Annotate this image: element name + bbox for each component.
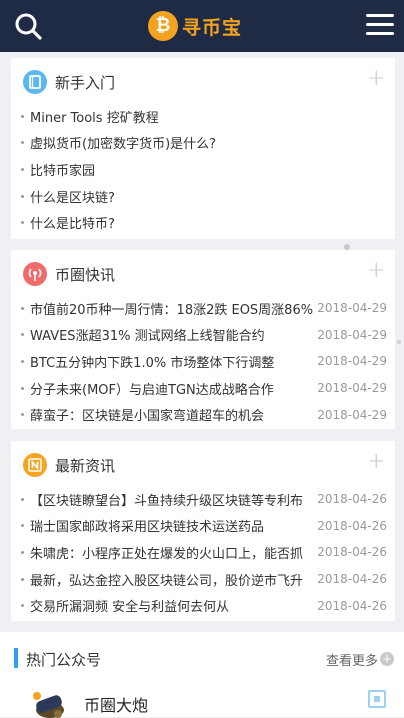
news-item[interactable]: 交易所漏洞频 安全与利益何去何从 2018-04-26 bbox=[21, 592, 387, 619]
top-header: 寻币宝 bbox=[0, 0, 404, 52]
cannon-avatar-icon bbox=[33, 692, 64, 718]
list-item[interactable]: 什么是比特币? bbox=[21, 209, 387, 236]
article-list: Miner Tools 挖矿教程 虚拟货币(加密数字货币)是什么? 比特币家园 … bbox=[21, 103, 387, 236]
account-name[interactable]: 币圈大炮 bbox=[84, 692, 148, 716]
news-item[interactable]: WAVES涨超31% 测试网络上线智能合约 2018-04-29 bbox=[21, 322, 387, 349]
menu-icon[interactable] bbox=[366, 14, 394, 38]
section-beginner: 新手入门 + Miner Tools 挖矿教程 虚拟货币(加密数字货币)是什么?… bbox=[11, 58, 395, 239]
book-icon bbox=[23, 70, 47, 94]
news-item[interactable]: 朱啸虎：小程序正处在爆发的火山口上，能否抓 2018-04-26 bbox=[21, 539, 387, 566]
list-item[interactable]: 虚拟货币(加密数字货币)是什么? bbox=[21, 130, 387, 157]
news-icon bbox=[23, 453, 47, 477]
news-item[interactable]: 【区块链瞭望台】斗鱼持续升级区块链等专利布 2018-04-26 bbox=[21, 486, 387, 513]
expand-plus-icon[interactable]: + bbox=[367, 68, 385, 90]
search-icon[interactable] bbox=[13, 11, 43, 41]
broadcast-icon bbox=[23, 262, 47, 286]
qr-code-icon[interactable] bbox=[368, 690, 386, 708]
section-title[interactable]: 新手入门 bbox=[23, 70, 115, 94]
section-title[interactable]: 最新资讯 bbox=[23, 453, 115, 477]
scroll-indicator bbox=[397, 340, 401, 344]
news-item[interactable]: 薛蛮子：区块链是小国家弯道超车的机会 2018-04-29 bbox=[21, 401, 387, 428]
news-item[interactable]: 市值前20币种一周行情：18涨2跌 EOS周涨86% 2018-04-29 bbox=[21, 295, 387, 322]
site-logo[interactable]: 寻币宝 bbox=[148, 9, 242, 43]
news-item[interactable]: 最新，弘达金控入股区块链公司，股价逆市飞升 2018-04-26 bbox=[21, 566, 387, 593]
news-item[interactable]: 瑞士国家邮政将采用区块链技术运送药品 2018-04-26 bbox=[21, 513, 387, 540]
logo-text: 寻币宝 bbox=[182, 16, 243, 39]
section-title: 热门公众号 bbox=[26, 651, 102, 669]
expand-plus-icon[interactable]: + bbox=[367, 260, 385, 282]
section-latest-news: 最新资讯 + 【区块链瞭望台】斗鱼持续升级区块链等专利布 2018-04-26 瑞… bbox=[11, 441, 395, 621]
list-item[interactable]: 什么是区块链? bbox=[21, 183, 387, 210]
bitcoin-icon bbox=[148, 11, 178, 41]
section-flash-news: 币圈快讯 + 市值前20币种一周行情：18涨2跌 EOS周涨86% 2018-04… bbox=[11, 250, 395, 429]
section-accent-bar bbox=[14, 648, 18, 668]
list-item[interactable]: 比特币家园 bbox=[21, 156, 387, 183]
news-list: 【区块链瞭望台】斗鱼持续升级区块链等专利布 2018-04-26 瑞士国家邮政将采… bbox=[21, 486, 387, 619]
list-item[interactable]: Miner Tools 挖矿教程 bbox=[21, 103, 387, 130]
news-list: 市值前20币种一周行情：18涨2跌 EOS周涨86% 2018-04-29 WAV… bbox=[21, 295, 387, 428]
section-title[interactable]: 币圈快讯 bbox=[23, 262, 115, 286]
view-more-link[interactable]: 查看更多 bbox=[326, 650, 378, 669]
expand-plus-icon[interactable]: + bbox=[367, 451, 385, 473]
news-item[interactable]: 分子未来(MOF）与启迪TGN达成战略合作 2018-04-29 bbox=[21, 375, 387, 402]
news-item[interactable]: BTC五分钟内下跌1.0% 市场整体下行调整 2018-04-29 bbox=[21, 348, 387, 375]
plus-circle-icon[interactable]: + bbox=[380, 652, 394, 666]
hot-accounts-section: 热门公众号 查看更多 + 币圈大炮 bbox=[0, 632, 404, 718]
